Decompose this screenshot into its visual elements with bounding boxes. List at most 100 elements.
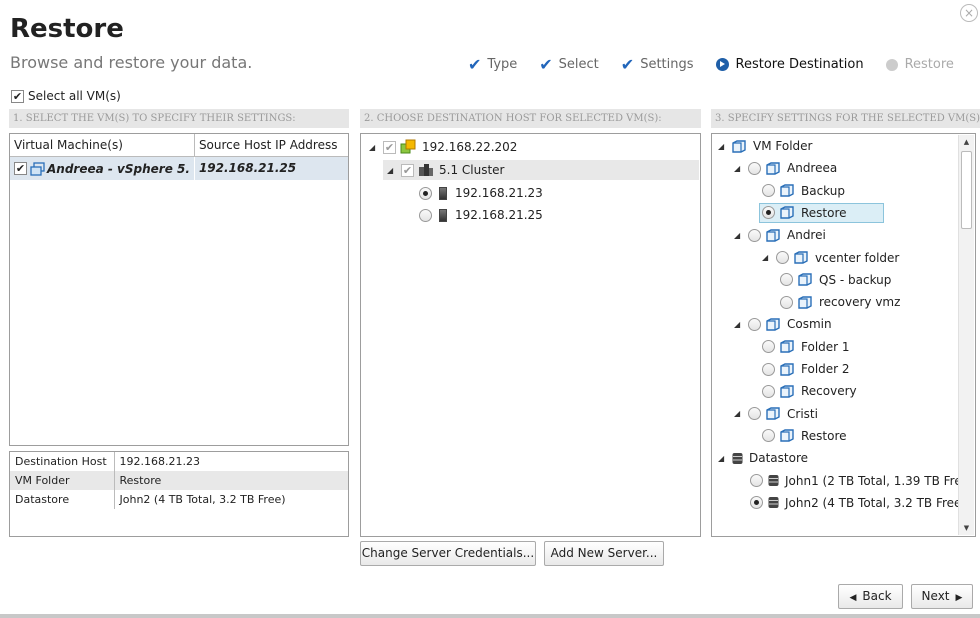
change-server-credentials-button[interactable]: Change Server Credentials... [360, 541, 536, 566]
tree-item[interactable]: ◢ Cosmin [734, 314, 832, 334]
column-header-vm[interactable]: Virtual Machine(s) [10, 134, 195, 157]
tree-item[interactable]: recovery vmz [780, 292, 900, 312]
expand-triangle-icon[interactable]: ◢ [734, 231, 744, 240]
tree-item[interactable]: Folder 1 [762, 337, 850, 357]
page-title: Restore [10, 14, 124, 44]
radio-icon[interactable] [748, 407, 761, 421]
tree-item[interactable]: ◢ Andrei [734, 225, 826, 245]
radio-selected-icon[interactable] [762, 206, 775, 220]
settings-tree-panel: ◢ VM Folder ◢ Andreea Backup Restore ◢ Andrei ◢ v… [711, 133, 976, 537]
folder-icon [766, 318, 787, 331]
tree-item[interactable]: QS - backup [780, 270, 891, 290]
settings-summary-table: Destination Host 192.168.21.23 VM Folder R… [10, 452, 348, 509]
radio-icon[interactable] [762, 384, 775, 398]
radio-icon[interactable] [748, 161, 761, 175]
summary-row: Datastore John2 (4 TB Total, 3.2 TB Free) [10, 490, 348, 509]
expand-triangle-icon[interactable]: ◢ [718, 142, 728, 151]
folder-icon [766, 407, 787, 420]
summary-label: Destination Host [10, 452, 115, 471]
tree-item-label: Cosmin [787, 317, 832, 332]
host-tree-panel: ◢ ✔ 192.168.22.202 ◢ ✔ 5.1 Cluster 192.1… [360, 133, 701, 537]
section2-header: 2. CHOOSE DESTINATION HOST FOR SELECTED … [360, 109, 701, 128]
checkbox-checked-icon[interactable]: ✔ [401, 163, 414, 177]
tree-item[interactable]: ◢ Andreea [734, 158, 837, 178]
expand-triangle-icon[interactable]: ◢ [734, 320, 744, 329]
radio-selected-icon[interactable] [419, 186, 432, 200]
checkbox-checked-icon[interactable]: ✔ [11, 89, 24, 103]
vm-settings-summary: Destination Host 192.168.21.23 VM Folder R… [9, 451, 349, 537]
step-restore-destination: Restore Destination [715, 57, 864, 72]
server-label: 192.168.21.23 [455, 186, 543, 200]
tree-item[interactable]: ◢ Datastore [718, 448, 808, 468]
tree-item-label: QS - backup [819, 272, 892, 287]
radio-icon[interactable] [762, 429, 775, 443]
radio-icon[interactable] [762, 362, 775, 376]
radio-icon[interactable] [750, 474, 763, 487]
current-step-icon [715, 58, 729, 71]
tree-item-label: Recovery [801, 384, 857, 399]
tree-item[interactable]: Backup [762, 181, 845, 201]
add-new-server-button[interactable]: Add New Server... [544, 541, 664, 566]
radio-icon[interactable] [762, 184, 775, 198]
column-header-source-ip[interactable]: Source Host IP Address [193, 134, 348, 157]
source-ip-cell: 192.168.21.25 [193, 156, 348, 180]
section3-header: 3. SPECIFY SETTINGS FOR THE SELECTED VM(… [711, 109, 980, 128]
tree-item-label: Folder 1 [801, 339, 850, 354]
tree-item[interactable]: ◢ VM Folder [718, 136, 812, 156]
tree-item[interactable]: Recovery [762, 381, 857, 401]
tree-item-server[interactable]: 192.168.21.25 [419, 205, 543, 225]
tree-item[interactable]: John2 (4 TB Total, 3.2 TB Free) [750, 493, 966, 513]
next-arrow-icon: ▶ [955, 593, 963, 603]
summary-value: John2 (4 TB Total, 3.2 TB Free) [119, 493, 286, 506]
radio-icon[interactable] [776, 251, 789, 264]
radio-icon[interactable] [780, 273, 793, 287]
checkbox-checked-icon[interactable]: ✔ [383, 140, 396, 154]
tree-item[interactable]: John1 (2 TB Total, 1.39 TB Free) [750, 471, 974, 491]
tree-item-label: Datastore [749, 451, 809, 466]
host-label: 192.168.22.202 [422, 140, 518, 154]
next-label: Next [921, 589, 950, 603]
tree-item-label: Folder 2 [801, 362, 850, 376]
wizard-steps: ✔ Type ✔ Select ✔ Settings Restore Destinat… [468, 55, 976, 74]
scroll-down-icon[interactable]: ▼ [959, 521, 974, 535]
tree-item-label: VM Folder [753, 139, 813, 153]
radio-icon[interactable] [762, 340, 775, 354]
back-arrow-icon: ◀ [849, 593, 857, 603]
step-restore: Restore [885, 57, 954, 72]
table-row[interactable]: ✔ Andreea - vSphere 5. 192.168.21.25 [10, 156, 348, 180]
server-icon [439, 208, 447, 222]
datastore-icon [768, 496, 785, 509]
expand-triangle-icon[interactable]: ◢ [734, 409, 744, 418]
tree-item[interactable]: Folder 2 [762, 359, 850, 379]
select-all-vms[interactable]: ✔ Select all VM(s) [11, 89, 121, 103]
radio-icon[interactable] [748, 317, 761, 331]
expand-triangle-icon[interactable]: ◢ [387, 166, 397, 175]
tree-item[interactable]: Restore [762, 426, 847, 446]
radio-icon[interactable] [780, 295, 793, 309]
expand-triangle-icon[interactable]: ◢ [734, 164, 744, 173]
tree-item-server[interactable]: 192.168.21.23 [419, 183, 543, 203]
scrollbar-thumb[interactable] [961, 151, 972, 229]
tree-item-label: Andrei [787, 228, 826, 243]
tree-item-cluster[interactable]: ◢ ✔ 5.1 Cluster [383, 160, 699, 180]
tree-item[interactable]: ◢ Cristi [734, 404, 818, 424]
expand-triangle-icon[interactable]: ◢ [718, 454, 728, 463]
tree-item[interactable]: ◢ vcenter folder [762, 248, 899, 268]
radio-selected-icon[interactable] [750, 496, 763, 510]
radio-icon[interactable] [748, 228, 761, 242]
cluster-label: 5.1 Cluster [439, 163, 505, 177]
next-button[interactable]: Next ▶ [911, 584, 973, 609]
back-button[interactable]: ◀ Back [838, 584, 903, 609]
step-settings: ✔ Settings [621, 55, 694, 74]
section1-header: 1. SELECT THE VM(S) TO SPECIFY THEIR SET… [9, 109, 349, 128]
close-icon[interactable]: × [960, 4, 978, 22]
tree-item[interactable]: Restore [759, 202, 884, 223]
radio-icon[interactable] [419, 208, 432, 222]
tree-item-host[interactable]: ◢ ✔ 192.168.22.202 [369, 137, 517, 157]
vertical-scrollbar[interactable]: ▲ ▼ [958, 135, 974, 535]
expand-triangle-icon[interactable]: ◢ [762, 253, 772, 262]
expand-triangle-icon[interactable]: ◢ [369, 143, 379, 152]
vm-cell[interactable]: ✔ Andreea - vSphere 5. [10, 156, 195, 180]
checkbox-checked-icon[interactable]: ✔ [14, 162, 27, 175]
scroll-up-icon[interactable]: ▲ [959, 135, 974, 149]
